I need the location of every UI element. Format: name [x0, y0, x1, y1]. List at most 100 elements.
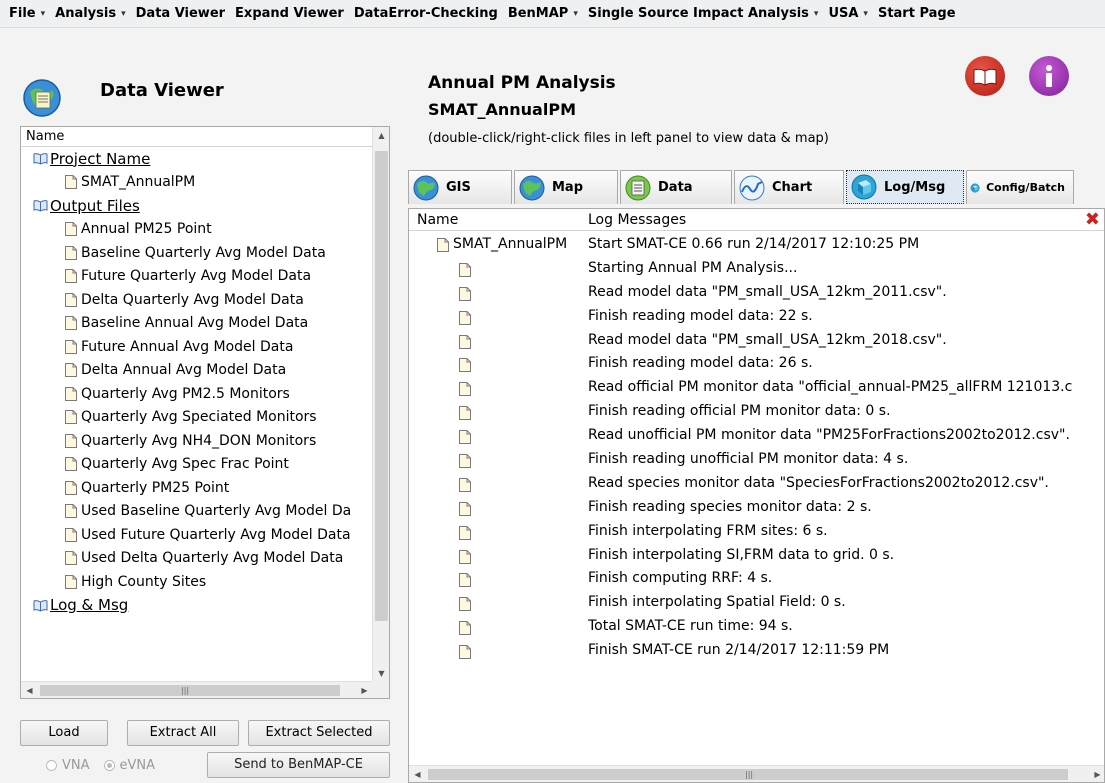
tree-item-label: Quarterly Avg NH4_DON Monitors: [81, 432, 317, 449]
tab-label: Map: [552, 180, 584, 195]
scroll-left-icon[interactable]: ◀: [21, 682, 38, 698]
tree-item[interactable]: High County Sites: [21, 570, 373, 594]
log-message: Start SMAT-CE 0.66 run 2/14/2017 12:10:2…: [588, 236, 920, 252]
log-row[interactable]: Finish interpolating SI,FRM data to grid…: [409, 544, 1104, 568]
tree-group[interactable]: Project Name: [21, 147, 373, 171]
log-horizontal-scrollbar[interactable]: ◀ ||| ▶: [409, 765, 1104, 782]
scroll-down-icon[interactable]: ▼: [373, 665, 389, 682]
tab-gis[interactable]: GIS: [408, 170, 512, 204]
close-icon[interactable]: ✖: [1085, 209, 1100, 231]
log-row[interactable]: Finish reading official PM monitor data:…: [409, 400, 1104, 424]
tree-horizontal-scrollbar[interactable]: ◀ ||| ▶: [21, 681, 373, 698]
tree-item[interactable]: Quarterly PM25 Point: [21, 476, 373, 500]
dropdown-caret-icon: ▾: [573, 8, 578, 19]
tree-vertical-scrollbar[interactable]: ▲ ▼: [372, 127, 389, 682]
blank-page-icon: [459, 501, 471, 516]
menu-file[interactable]: File ▾: [4, 6, 50, 21]
tree-item[interactable]: Used Delta Quarterly Avg Model Data: [21, 547, 373, 571]
tab-config-batch[interactable]: Config/Batch: [966, 170, 1074, 204]
menu-expand-viewer[interactable]: Expand Viewer: [230, 6, 349, 21]
tree-item[interactable]: Delta Annual Avg Model Data: [21, 359, 373, 383]
log-message: Read unofficial PM monitor data "PM25For…: [588, 427, 1070, 444]
log-row[interactable]: Finish reading model data: 22 s.: [409, 305, 1104, 329]
scroll-left-icon[interactable]: ◀: [409, 766, 426, 782]
log-row[interactable]: Read official PM monitor data "official_…: [409, 376, 1104, 400]
tab-log-msg[interactable]: Log/Msg: [846, 170, 964, 204]
tree-item[interactable]: Delta Quarterly Avg Model Data: [21, 288, 373, 312]
log-cube-icon: [851, 174, 877, 200]
extract-selected-button[interactable]: Extract Selected: [248, 720, 390, 746]
help-book-icon[interactable]: [965, 56, 1005, 96]
log-row[interactable]: Finish interpolating Spatial Field: 0 s.: [409, 591, 1104, 615]
log-row[interactable]: Finish interpolating FRM sites: 6 s.: [409, 520, 1104, 544]
menu-single-source-impact-analysis[interactable]: Single Source Impact Analysis ▾: [583, 6, 824, 21]
menu-benmap[interactable]: BenMAP ▾: [503, 6, 583, 21]
log-row-name-label: SMAT_AnnualPM: [453, 236, 568, 252]
scroll-thumb[interactable]: [40, 685, 340, 696]
blank-page-icon: [459, 454, 471, 469]
tree-item[interactable]: Future Quarterly Avg Model Data: [21, 265, 373, 289]
log-row[interactable]: Finish reading model data: 26 s.: [409, 352, 1104, 376]
file-icon: [65, 269, 77, 284]
log-row[interactable]: Read unofficial PM monitor data "PM25For…: [409, 424, 1104, 448]
extract-all-button[interactable]: Extract All: [127, 720, 239, 746]
menu-usa[interactable]: USA ▾: [823, 6, 873, 21]
file-icon: [65, 363, 77, 378]
log-row[interactable]: Finish reading unofficial PM monitor dat…: [409, 448, 1104, 472]
tab-chart[interactable]: Chart: [734, 170, 844, 204]
log-message: Finish reading model data: 26 s.: [588, 355, 813, 372]
info-icon[interactable]: [1029, 56, 1069, 96]
blank-page-icon: [459, 597, 471, 612]
log-row[interactable]: Total SMAT-CE run time: 94 s.: [409, 615, 1104, 639]
tab-data[interactable]: Data: [620, 170, 732, 204]
scroll-thumb[interactable]: [375, 151, 388, 621]
scroll-corner: [372, 681, 389, 698]
tree-item[interactable]: Future Annual Avg Model Data: [21, 335, 373, 359]
log-row[interactable]: Finish computing RRF: 4 s.: [409, 567, 1104, 591]
tree-group[interactable]: Output Files: [21, 194, 373, 218]
send-to-benmap-button[interactable]: Send to BenMAP-CE: [207, 752, 390, 778]
scroll-grip-icon: |||: [745, 770, 754, 779]
menu-start-page[interactable]: Start Page: [873, 6, 961, 21]
evna-radio[interactable]: [103, 760, 115, 771]
menu-analysis[interactable]: Analysis ▾: [50, 6, 130, 21]
log-row[interactable]: Finish SMAT-CE run 2/14/2017 12:11:59 PM: [409, 639, 1104, 663]
log-row[interactable]: Read species monitor data "SpeciesForFra…: [409, 472, 1104, 496]
log-header: Name Log Messages ✖: [409, 209, 1104, 231]
load-button[interactable]: Load: [20, 720, 108, 746]
tree-item[interactable]: Quarterly Avg Speciated Monitors: [21, 406, 373, 430]
tab-map[interactable]: Map: [514, 170, 618, 204]
tree-group[interactable]: Log & Msg: [21, 594, 373, 618]
log-row[interactable]: Starting Annual PM Analysis...: [409, 257, 1104, 281]
tree-item[interactable]: Quarterly Avg Spec Frac Point: [21, 453, 373, 477]
tree-item[interactable]: Quarterly Avg PM2.5 Monitors: [21, 382, 373, 406]
log-row[interactable]: Read model data "PM_small_USA_12km_2018.…: [409, 329, 1104, 353]
tree-item[interactable]: Used Baseline Quarterly Avg Model Da: [21, 500, 373, 524]
tree-column-header[interactable]: Name: [21, 127, 373, 147]
file-icon: [65, 504, 77, 519]
tree-item[interactable]: Baseline Annual Avg Model Data: [21, 312, 373, 336]
menu-dataerror-checking[interactable]: DataError-Checking: [349, 6, 503, 21]
scroll-right-icon[interactable]: ▶: [1089, 766, 1104, 782]
log-row[interactable]: Finish reading species monitor data: 2 s…: [409, 496, 1104, 520]
tree-item[interactable]: Quarterly Avg NH4_DON Monitors: [21, 429, 373, 453]
log-row[interactable]: SMAT_AnnualPM Start SMAT-CE 0.66 run 2/14…: [409, 233, 1104, 257]
menu-item-label: USA: [828, 6, 859, 21]
log-message: Total SMAT-CE run time: 94 s.: [588, 618, 793, 635]
tree-item[interactable]: SMAT_AnnualPM: [21, 171, 373, 195]
blank-page-icon: [459, 286, 471, 301]
log-column-name[interactable]: Name: [417, 209, 458, 231]
scroll-up-icon[interactable]: ▲: [373, 127, 389, 144]
log-column-messages[interactable]: Log Messages: [588, 209, 686, 231]
scroll-right-icon[interactable]: ▶: [356, 682, 373, 698]
menu-data-viewer[interactable]: Data Viewer: [131, 6, 230, 21]
log-row[interactable]: Read model data "PM_small_USA_12km_2011.…: [409, 281, 1104, 305]
file-icon: [65, 410, 77, 425]
file-tree[interactable]: Name Project Name SMAT_AnnualPM Output Fil…: [20, 126, 390, 699]
vna-radio[interactable]: [46, 760, 57, 771]
tree-item[interactable]: Annual PM25 Point: [21, 218, 373, 242]
tree-item[interactable]: Used Future Quarterly Avg Model Data: [21, 523, 373, 547]
tab-label: Config/Batch: [986, 181, 1065, 194]
tree-item[interactable]: Baseline Quarterly Avg Model Data: [21, 241, 373, 265]
dropdown-caret-icon: ▾: [40, 8, 46, 19]
